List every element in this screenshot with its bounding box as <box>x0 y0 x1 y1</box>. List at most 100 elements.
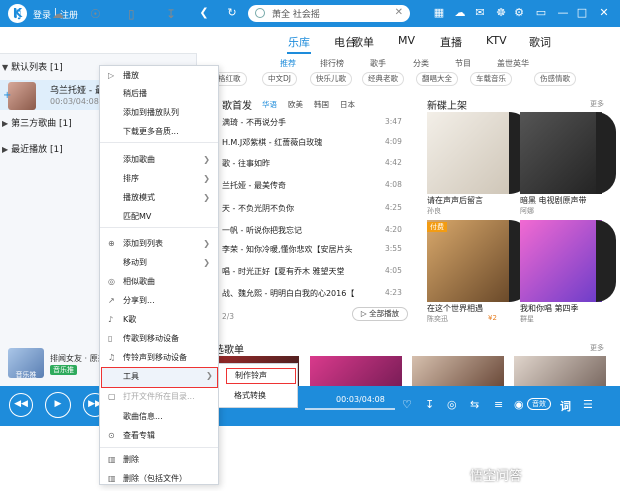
album-artist[interactable]: 阿娜 <box>520 206 534 216</box>
device-icon[interactable]: ▯ <box>128 7 135 21</box>
tab-library[interactable]: 乐库 <box>288 34 310 50</box>
volume-icon[interactable]: ◉ <box>514 398 524 411</box>
play-all-button[interactable]: ▷ 全部播放 <box>352 307 408 321</box>
refresh-icon[interactable]: ↻ <box>225 6 239 19</box>
chip-tag[interactable]: 翻唱大全 <box>416 72 458 86</box>
menu-item[interactable]: ♫ 传铃声到移动设备 <box>100 350 218 365</box>
tab-live[interactable]: 直播 <box>440 34 462 50</box>
song-title[interactable]: 战、魏允熙 - 明明白白我的心2016【 <box>222 288 412 299</box>
menu-item[interactable]: ▷ 播放 <box>100 68 218 83</box>
pager[interactable]: 2/3 <box>222 312 234 321</box>
playlist-cover[interactable] <box>412 356 504 386</box>
download-song-icon[interactable]: ↧ <box>425 398 434 411</box>
submenu-make-ringtone[interactable]: 制作铃声 <box>226 368 296 384</box>
filter-western[interactable]: 欧美 <box>288 99 303 110</box>
filter-korean[interactable]: 韩国 <box>314 99 329 110</box>
album-artist[interactable]: 陈奕迅 <box>427 314 448 324</box>
menu-item[interactable]: ▥ 删除（包括文件） <box>100 471 218 486</box>
loop-icon[interactable]: ⇆ <box>470 398 479 411</box>
menu-item-tools-highlight[interactable] <box>101 367 218 388</box>
progress-bar[interactable] <box>305 408 395 410</box>
mini-album-art[interactable]: 音乐推 <box>8 348 44 379</box>
album-cover[interactable] <box>427 112 509 194</box>
queue-icon[interactable]: ☰ <box>583 398 593 411</box>
radio-icon[interactable]: ☉ <box>90 7 101 21</box>
playlist-cover[interactable] <box>514 356 606 386</box>
chip-tag[interactable]: 快乐儿歌 <box>310 72 352 86</box>
menu-item[interactable]: 移动到 ❯ <box>100 255 218 270</box>
menu-item[interactable]: 下载更多音质... <box>100 124 218 139</box>
album-cover[interactable] <box>520 220 602 302</box>
album-cover[interactable] <box>520 112 602 194</box>
song-title[interactable]: 天 - 不负光阴不负你 <box>222 203 412 214</box>
menu-item[interactable]: 匹配MV <box>100 209 218 224</box>
tab-mv[interactable]: MV <box>398 34 415 47</box>
song-title[interactable]: 歌 - 往事如昨 <box>222 158 412 169</box>
menu-item[interactable]: ⊕ 添加到列表 ❯ <box>100 236 218 251</box>
more-link[interactable]: 更多 <box>590 343 604 353</box>
subtab-programs[interactable]: 节目 <box>455 58 471 69</box>
menu-item[interactable]: ↗ 分享到... <box>100 293 218 308</box>
lyrics-button[interactable]: 词 <box>560 398 571 414</box>
tab-playlists[interactable]: 歌单 <box>352 34 374 50</box>
subtab-singers[interactable]: 歌手 <box>370 58 386 69</box>
album-cover[interactable] <box>427 220 509 302</box>
menu-item[interactable]: 播放模式 ❯ <box>100 190 218 205</box>
subtab-categories[interactable]: 分类 <box>413 58 429 69</box>
playlist-cover[interactable] <box>310 356 402 386</box>
cloud-list-icon[interactable]: ☁ <box>52 7 64 21</box>
song-title[interactable]: 满琦 - 不再说分手 <box>222 117 412 128</box>
album-caption[interactable]: 我和你唱 第四季 <box>520 303 579 314</box>
menu-item[interactable]: ♪ K歌 <box>100 312 218 327</box>
back-icon[interactable]: ❮ <box>197 6 211 19</box>
close-icon[interactable]: ✕ <box>597 6 611 19</box>
settings-icon[interactable]: ⚙ <box>512 6 526 19</box>
clear-icon[interactable]: ✕ <box>395 7 403 18</box>
add-icon[interactable]: + <box>3 90 11 101</box>
menu-item[interactable]: 歌曲信息... <box>100 409 218 424</box>
skin-icon[interactable]: ☸ <box>494 6 508 19</box>
subtab-charts[interactable]: 排行榜 <box>320 58 344 69</box>
chip-tag[interactable]: 中文DJ <box>262 72 297 86</box>
menu-item[interactable]: 排序 ❯ <box>100 171 218 186</box>
sound-effect-button[interactable]: 音效 <box>527 398 551 410</box>
song-title[interactable]: H.M.J邓紫棋 - 红蔷薇白玫瑰 <box>222 137 412 148</box>
filter-japanese[interactable]: 日本 <box>340 99 355 110</box>
album-artist[interactable]: 孙良 <box>427 206 441 216</box>
tab-ktv[interactable]: KTV <box>486 34 507 47</box>
album-caption[interactable]: 请在声声后留言 <box>427 195 483 206</box>
maximize-icon[interactable]: □ <box>575 6 589 19</box>
search-box[interactable]: ✕ <box>248 5 410 22</box>
message-icon[interactable]: ✉ <box>473 6 487 19</box>
playlist-mode-icon[interactable]: ≡ <box>494 398 503 411</box>
cloud-icon[interactable]: ☁ <box>453 6 467 19</box>
song-title[interactable]: 唱 - 时光正好【夏有乔木 雅望天堂 <box>222 266 412 277</box>
filter-chinese[interactable]: 华语 <box>262 99 277 110</box>
chip-tag[interactable]: 车载音乐 <box>470 72 512 86</box>
more-link[interactable]: 更多 <box>590 99 604 109</box>
chip-tag[interactable]: 经典老歌 <box>362 72 404 86</box>
comment-icon[interactable]: ◎ <box>447 398 457 411</box>
play-icon[interactable]: ▶ <box>45 392 71 418</box>
minimize-icon[interactable]: — <box>556 6 570 19</box>
search-input[interactable] <box>272 7 392 20</box>
favorite-icon[interactable]: ♡ <box>402 398 412 411</box>
chip-tag[interactable]: 伤感情歌 <box>534 72 576 86</box>
menu-item[interactable]: ▯ 传歌到移动设备 <box>100 331 218 346</box>
music-note-icon[interactable]: ♫ <box>12 7 23 21</box>
song-title[interactable]: 李荣 - 知你冷暖,懂你悲欢【安居片头 <box>222 244 412 255</box>
game-icon[interactable]: ▦ <box>432 6 446 19</box>
menu-item-tools[interactable]: 工具 <box>123 371 139 382</box>
submenu-format-convert[interactable]: 格式转换 <box>234 390 266 401</box>
menu-item[interactable]: ⊙ 查看专辑 <box>100 428 218 443</box>
mini-mode-icon[interactable]: ▭ <box>534 6 548 19</box>
menu-item[interactable]: ▥ 删除 <box>100 452 218 467</box>
album-caption[interactable]: 在这个世界相遇 <box>427 303 483 314</box>
tab-lyrics[interactable]: 歌词 <box>529 34 551 50</box>
download-icon[interactable]: ↧ <box>166 7 176 21</box>
menu-item[interactable]: ◎ 相似歌曲 <box>100 274 218 289</box>
song-title[interactable]: 一帆 - 听说你把我忘记 <box>222 225 412 236</box>
subtab-special[interactable]: 盖世英华 <box>497 58 529 69</box>
subtab-recommend[interactable]: 推荐 <box>280 58 296 69</box>
login-link[interactable]: 登录 <box>33 8 51 21</box>
